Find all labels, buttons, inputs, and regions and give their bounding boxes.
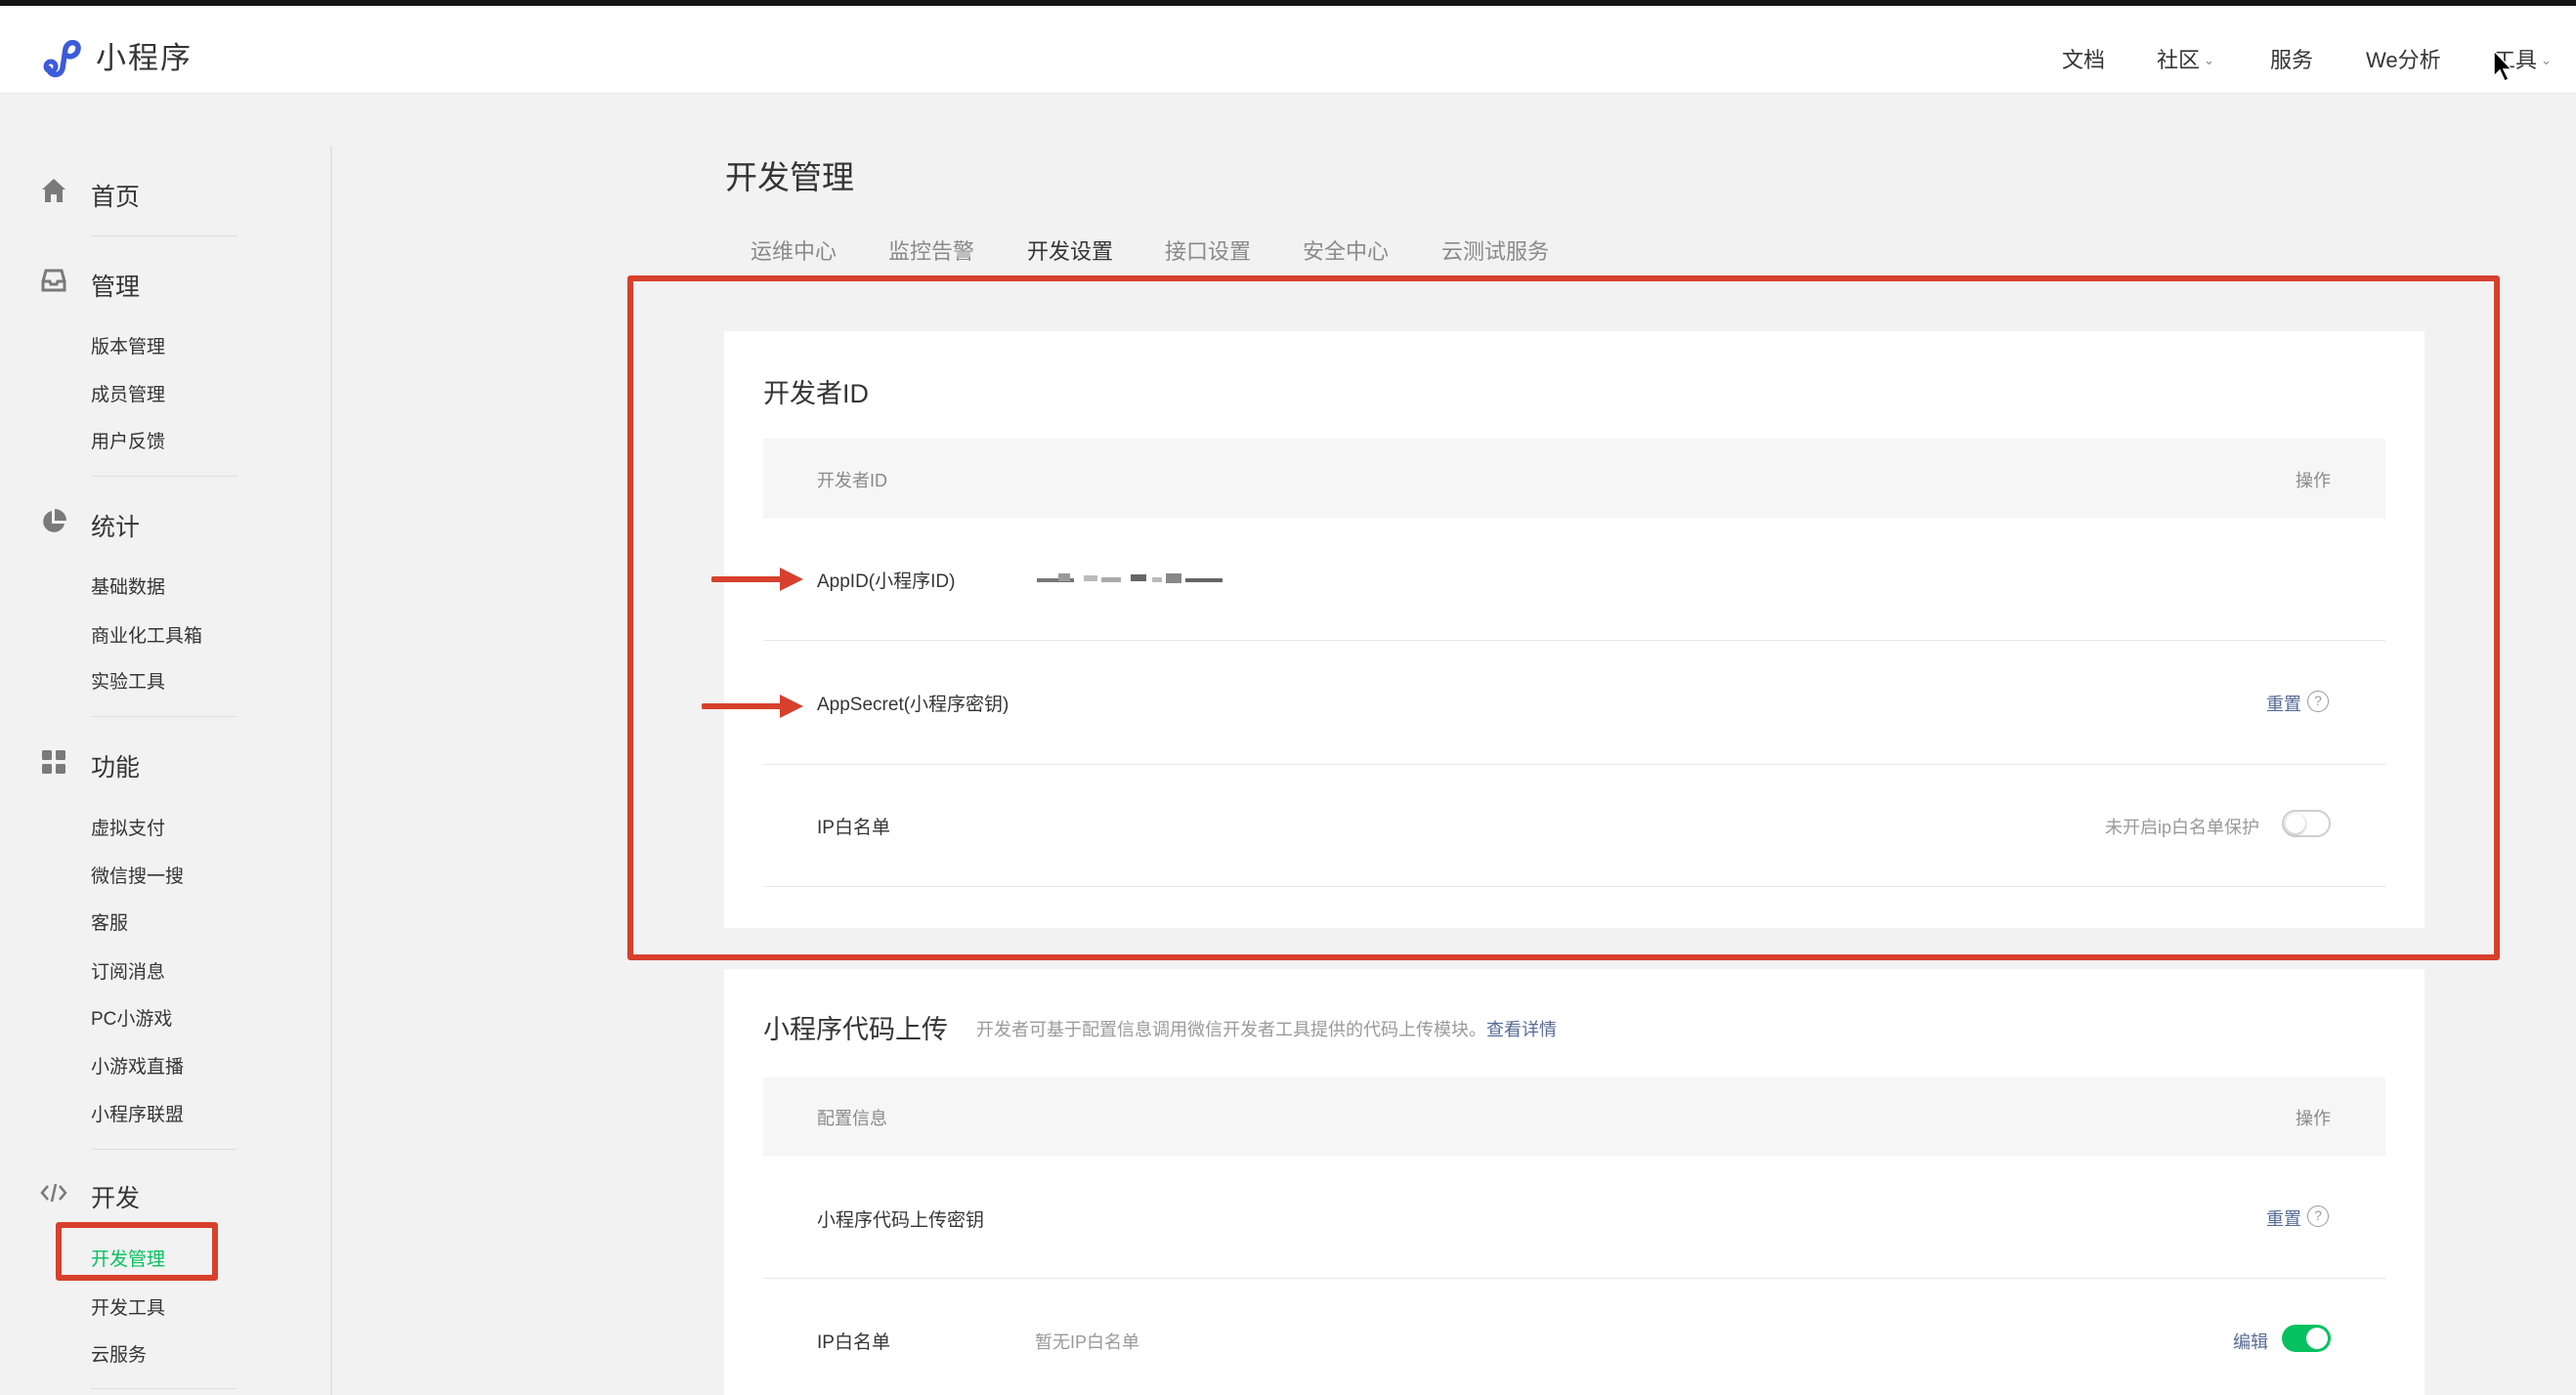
- sidebar-section-stats[interactable]: 统计: [91, 508, 140, 543]
- home-icon: [42, 179, 65, 202]
- upload-ip-whitelist-toggle[interactable]: [2282, 1325, 2331, 1352]
- nav-docs-label: 文档: [2062, 48, 2106, 72]
- sidebar-item-miniprogram-alliance[interactable]: 小程序联盟: [91, 1100, 184, 1126]
- sidebar-item-minigame-live[interactable]: 小游戏直播: [91, 1052, 184, 1078]
- mouse-cursor-icon: [2493, 49, 2513, 83]
- nav-services[interactable]: 服务: [2270, 43, 2313, 74]
- upload-ip-whitelist-label: IP白名单: [817, 1332, 890, 1353]
- top-header: 小程序 文档 社区 ⌄ 服务 We分析 工具 ⌄: [0, 6, 2576, 94]
- sidebar-item-wechat-search[interactable]: 微信搜一搜: [91, 862, 184, 888]
- tab-security-center[interactable]: 安全中心: [1303, 234, 1389, 266]
- tab-monitoring-alerts[interactable]: 监控告警: [888, 234, 974, 266]
- nav-docs[interactable]: 文档: [2062, 43, 2105, 74]
- toggle-knob: [2306, 1328, 2328, 1349]
- upload-key-reset-link[interactable]: 重置: [2266, 1205, 2301, 1231]
- sidebar-separator: [91, 1149, 237, 1150]
- sidebar-item-pc-minigame[interactable]: PC小游戏: [91, 1004, 172, 1031]
- sidebar-section-features[interactable]: 功能: [91, 748, 140, 783]
- tab-api-settings[interactable]: 接口设置: [1165, 234, 1251, 266]
- col-action: 操作: [2296, 1109, 2331, 1128]
- code-upload-table-header: 配置信息 操作: [763, 1078, 2385, 1156]
- nav-we-analytics[interactable]: We分析: [2366, 43, 2441, 74]
- col-config-info: 配置信息: [817, 1109, 887, 1128]
- nav-community-label: 社区: [2157, 48, 2201, 72]
- sidebar-separator: [91, 716, 237, 717]
- sidebar-item-version-management[interactable]: 版本管理: [91, 332, 165, 359]
- code-icon: [40, 1183, 67, 1203]
- sidebar-item-cloud-services[interactable]: 云服务: [91, 1340, 147, 1367]
- sidebar-item-experiment-tools[interactable]: 实验工具: [91, 667, 165, 694]
- sidebar-item-commerce-toolbox[interactable]: 商业化工具箱: [91, 621, 202, 648]
- sidebar-item-subscription-messages[interactable]: 订阅消息: [91, 957, 165, 984]
- row-divider: [763, 1278, 2385, 1279]
- grid-icon: [42, 750, 65, 774]
- sidebar-separator: [91, 1388, 237, 1389]
- inbox-icon: [41, 269, 66, 292]
- sidebar: 首页 管理 版本管理 成员管理 用户反馈 统计 基础数据 商业化工具箱 实验工具…: [0, 94, 330, 1395]
- sidebar-separator: [91, 235, 237, 236]
- nav-we-analytics-label: We分析: [2366, 48, 2441, 72]
- tab-cloud-testing[interactable]: 云测试服务: [1441, 234, 1549, 266]
- sidebar-item-customer-service[interactable]: 客服: [91, 909, 128, 935]
- annotation-highlight-box: [56, 1222, 218, 1281]
- tab-ops-center[interactable]: 运维中心: [751, 234, 837, 266]
- sidebar-item-virtual-payment[interactable]: 虚拟支付: [91, 814, 165, 840]
- chevron-down-icon: ⌄: [2541, 53, 2552, 67]
- tab-dev-settings[interactable]: 开发设置: [1027, 234, 1113, 266]
- code-upload-description: 开发者可基于配置信息调用微信开发者工具提供的代码上传模块。查看详情: [976, 1016, 1557, 1041]
- upload-ip-edit-link[interactable]: 编辑: [2233, 1329, 2268, 1354]
- sidebar-item-home[interactable]: 首页: [91, 178, 140, 213]
- view-details-link[interactable]: 查看详情: [1486, 1020, 1557, 1039]
- sidebar-section-manage[interactable]: 管理: [91, 268, 140, 303]
- pie-chart-icon: [43, 509, 66, 532]
- sidebar-item-basic-data[interactable]: 基础数据: [91, 572, 165, 599]
- help-icon[interactable]: ?: [2307, 1205, 2329, 1227]
- sidebar-item-dev-tools[interactable]: 开发工具: [91, 1293, 165, 1320]
- miniprogram-logo-icon[interactable]: [41, 35, 86, 80]
- nav-services-label: 服务: [2270, 48, 2314, 72]
- nav-community[interactable]: 社区 ⌄: [2157, 43, 2214, 74]
- code-upload-description-text: 开发者可基于配置信息调用微信开发者工具提供的代码上传模块。: [976, 1020, 1486, 1039]
- code-upload-card: 小程序代码上传 开发者可基于配置信息调用微信开发者工具提供的代码上传模块。查看详…: [724, 969, 2425, 1395]
- sidebar-item-member-management[interactable]: 成员管理: [91, 380, 165, 406]
- sidebar-separator: [91, 476, 237, 477]
- code-upload-title: 小程序代码上传: [763, 1015, 948, 1044]
- annotation-arrow-icon: [702, 695, 803, 718]
- upload-key-label: 小程序代码上传密钥: [817, 1210, 985, 1231]
- page-title: 开发管理: [725, 159, 854, 195]
- sidebar-item-user-feedback[interactable]: 用户反馈: [91, 427, 165, 453]
- brand-title[interactable]: 小程序: [96, 33, 193, 77]
- upload-ip-whitelist-value: 暂无IP白名单: [1035, 1332, 1140, 1352]
- chevron-down-icon: ⌄: [2204, 53, 2214, 67]
- sidebar-section-develop[interactable]: 开发: [91, 1179, 140, 1214]
- annotation-arrow-icon: [711, 568, 803, 591]
- annotation-highlight-box: [627, 275, 2500, 960]
- sidebar-divider: [330, 147, 332, 1395]
